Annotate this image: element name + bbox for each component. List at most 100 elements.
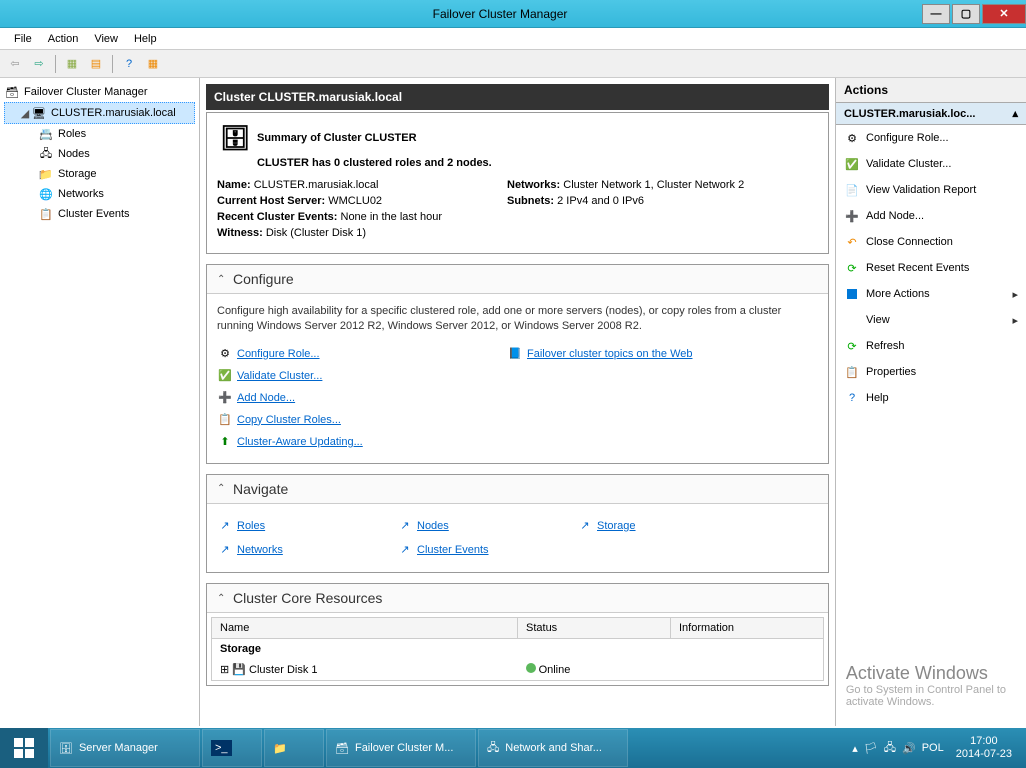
tray-network-icon[interactable]: 🖧 [884, 739, 896, 758]
nav-nodes[interactable]: Nodes [417, 514, 449, 538]
maximize-button[interactable]: ▢ [952, 4, 980, 24]
recent-events-label: Recent Cluster Events: [217, 211, 337, 223]
online-status-icon [526, 663, 536, 673]
nav-arrow-icon: ↗ [217, 518, 233, 534]
properties-icon: 📋 [844, 364, 860, 380]
menu-help[interactable]: Help [126, 31, 165, 47]
tree-root[interactable]: 🗃 Failover Cluster Manager [4, 82, 195, 102]
server-manager-icon: 🗄 [59, 742, 73, 755]
validate-icon: ✅ [217, 368, 233, 384]
actions-context-header[interactable]: CLUSTER.marusiak.loc... ▴ [836, 103, 1026, 125]
taskbar: 🗄Server Manager >_ 📁 🗃Failover Cluster M… [0, 728, 1026, 768]
tree-events[interactable]: 📋 Cluster Events [4, 204, 195, 224]
action-properties[interactable]: 📋Properties [836, 359, 1026, 385]
actions-panel: Actions CLUSTER.marusiak.loc... ▴ ⚙Confi… [836, 78, 1026, 726]
collapse-icon[interactable]: ◢ [19, 107, 31, 120]
host-value: WMCLU02 [328, 195, 382, 207]
table-row[interactable]: ⊞ 💾 Cluster Disk 1 Online [212, 659, 824, 681]
cluster-icon: 🖥 [31, 105, 47, 121]
network-icon: 🖧 [487, 739, 499, 758]
col-name[interactable]: Name [212, 618, 518, 639]
close-button[interactable]: ✕ [982, 4, 1026, 24]
tree-roles[interactable]: 📇 Roles [4, 124, 195, 144]
configure-header[interactable]: ⌃ Configure [207, 265, 828, 294]
task-network-sharing[interactable]: 🖧Network and Shar... [478, 729, 628, 767]
tree-storage[interactable]: ▷ 📁 Storage [4, 164, 195, 184]
action-help[interactable]: ?Help [836, 385, 1026, 411]
task-explorer[interactable]: 📁 [264, 729, 324, 767]
action-validate-cluster[interactable]: ✅Validate Cluster... [836, 151, 1026, 177]
nav-networks[interactable]: Networks [237, 538, 283, 562]
menu-bar: File Action View Help [0, 28, 1026, 50]
configure-title: Configure [233, 271, 294, 287]
task-failover-cluster[interactable]: 🗃Failover Cluster M... [326, 729, 476, 767]
link-copy-roles[interactable]: Copy Cluster Roles... [237, 409, 341, 431]
action-more-actions[interactable]: More Actions▸ [836, 281, 1026, 307]
action-close-connection[interactable]: ↶Close Connection [836, 229, 1026, 255]
menu-view[interactable]: View [86, 31, 126, 47]
menu-file[interactable]: File [6, 31, 40, 47]
table-group-row[interactable]: Storage [212, 639, 824, 660]
cluster-icon: 🗃 [335, 742, 349, 755]
tree-events-label: Cluster Events [58, 208, 130, 220]
col-status[interactable]: Status [518, 618, 671, 639]
nav-storage[interactable]: Storage [597, 514, 636, 538]
task-server-manager[interactable]: 🗄Server Manager [50, 729, 200, 767]
link-validate-cluster[interactable]: Validate Cluster... [237, 365, 322, 387]
explorer-icon: 📁 [273, 742, 287, 755]
forward-button[interactable]: ⇨ [28, 53, 50, 75]
collapse-arrow-icon: ▴ [1012, 107, 1018, 120]
tree-nodes[interactable]: 🖧 Nodes [4, 144, 195, 164]
col-info[interactable]: Information [671, 618, 824, 639]
action-configure-role[interactable]: ⚙Configure Role... [836, 125, 1026, 151]
system-tray: ▴ 🏳 🖧 🔊 POL 17:00 2014-07-23 [844, 735, 1026, 761]
add-node-icon: ➕ [217, 390, 233, 406]
tray-clock[interactable]: 17:00 2014-07-23 [950, 735, 1018, 761]
add-node-icon: ➕ [844, 208, 860, 224]
link-web-topics[interactable]: Failover cluster topics on the Web [527, 343, 692, 365]
resources-header[interactable]: ⌃ Cluster Core Resources [207, 584, 828, 613]
tree-cluster[interactable]: ◢ 🖥 CLUSTER.marusiak.local [4, 102, 195, 124]
toolbar-icon-4[interactable]: ▦ [142, 53, 164, 75]
action-view-report[interactable]: 📄View Validation Report [836, 177, 1026, 203]
nav-arrow-icon: ↗ [397, 518, 413, 534]
resources-table: Name Status Information Storage ⊞ 💾 Clus… [211, 617, 824, 681]
tree-networks-label: Networks [58, 188, 104, 200]
back-button[interactable]: ⇦ [4, 53, 26, 75]
toolbar-icon-1[interactable]: ▦ [61, 53, 83, 75]
link-cluster-updating[interactable]: Cluster-Aware Updating... [237, 431, 363, 453]
nav-arrow-icon: ↗ [577, 518, 593, 534]
refresh-icon: ⟳ [844, 338, 860, 354]
window-titlebar: Failover Cluster Manager — ▢ ✕ [0, 0, 1026, 28]
link-add-node[interactable]: Add Node... [237, 387, 295, 409]
nav-cluster-events[interactable]: Cluster Events [417, 538, 489, 562]
tray-flag-icon[interactable]: 🏳 [864, 742, 878, 755]
toolbar-icon-3[interactable]: ? [118, 53, 140, 75]
tree-nodes-label: Nodes [58, 148, 90, 160]
task-powershell[interactable]: >_ [202, 729, 262, 767]
action-add-node[interactable]: ➕Add Node... [836, 203, 1026, 229]
start-button[interactable] [0, 728, 48, 768]
navigate-header[interactable]: ⌃ Navigate [207, 475, 828, 504]
toolbar-icon-2[interactable]: ▤ [85, 53, 107, 75]
tray-sound-icon[interactable]: 🔊 [902, 742, 916, 755]
tray-lang[interactable]: POL [922, 742, 944, 754]
menu-action[interactable]: Action [40, 31, 87, 47]
subnets-value: 2 IPv4 and 0 IPv6 [557, 195, 644, 207]
disk-name: Cluster Disk 1 [249, 664, 317, 676]
navigate-title: Navigate [233, 481, 288, 497]
tree-networks[interactable]: 🌐 Networks [4, 184, 195, 204]
action-refresh[interactable]: ⟳Refresh [836, 333, 1026, 359]
navigate-section: ⌃ Navigate ↗Roles ↗Networks ↗Nodes ↗Clus… [206, 474, 829, 573]
action-view[interactable]: View▸ [836, 307, 1026, 333]
nav-roles[interactable]: Roles [237, 514, 265, 538]
expand-icon[interactable]: ⊞ [220, 664, 229, 676]
link-configure-role[interactable]: Configure Role... [237, 343, 320, 365]
configure-role-icon: ⚙ [844, 130, 860, 146]
recent-events-value: None in the last hour [341, 211, 443, 223]
witness-value: Disk (Cluster Disk 1) [266, 227, 366, 239]
tray-show-hidden-icon[interactable]: ▴ [852, 742, 858, 755]
minimize-button[interactable]: — [922, 4, 950, 24]
action-reset-events[interactable]: ⟳Reset Recent Events [836, 255, 1026, 281]
window-title: Failover Cluster Manager [80, 7, 920, 21]
